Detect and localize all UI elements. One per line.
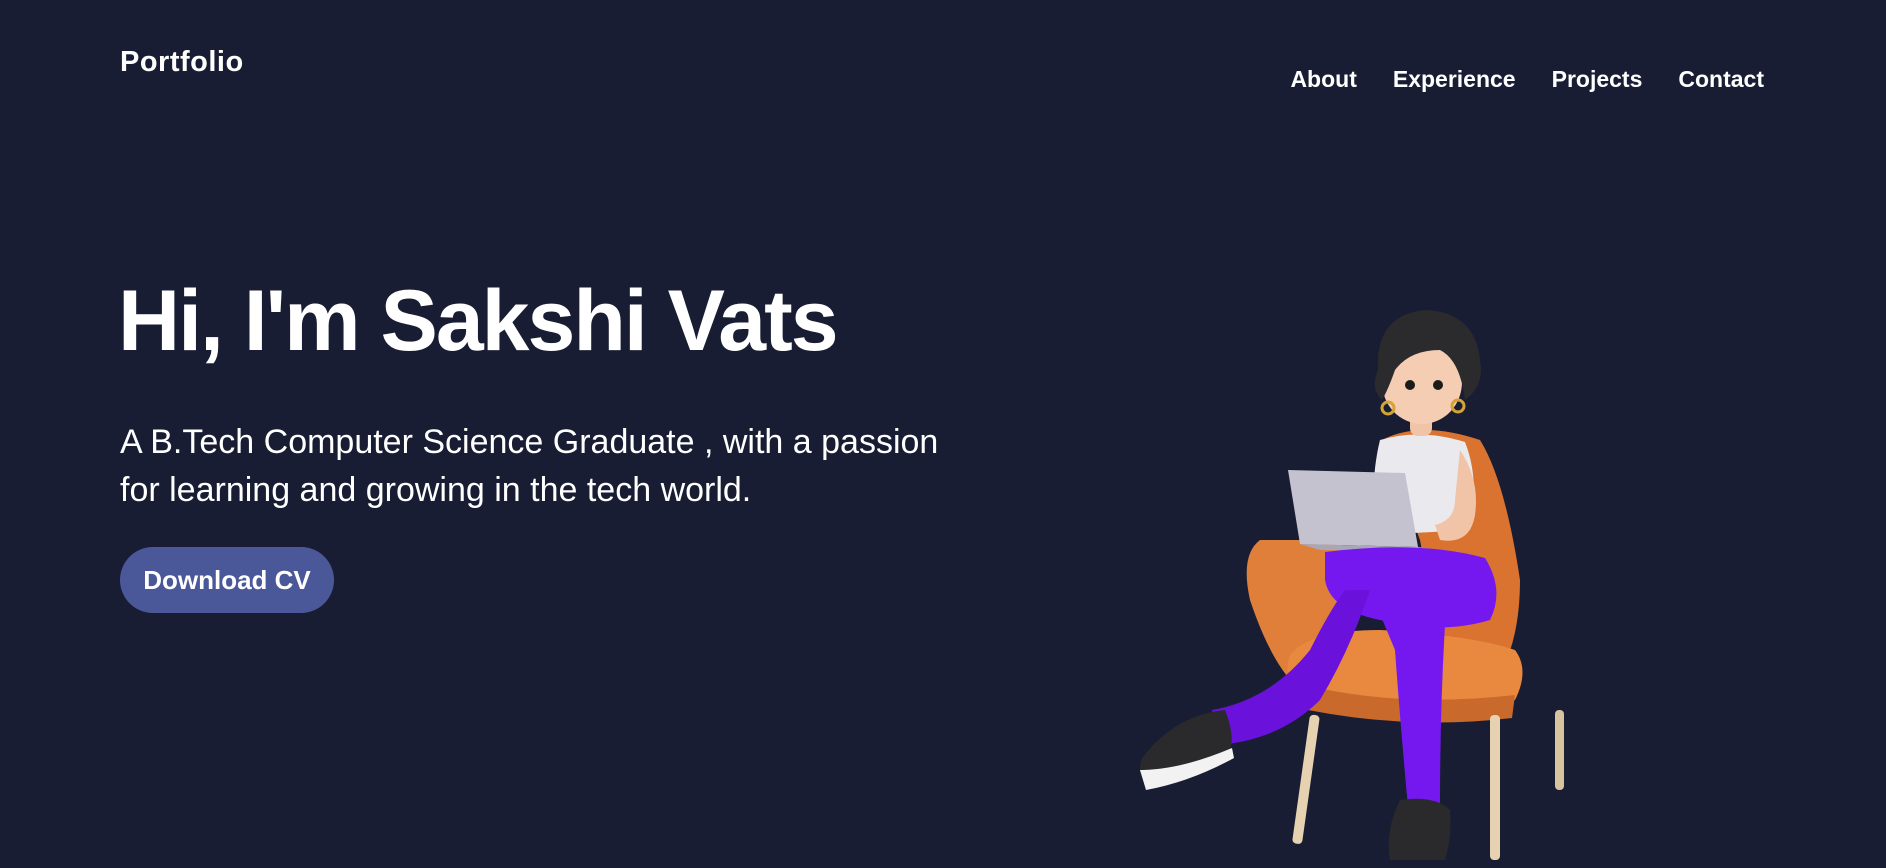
nav-link-experience[interactable]: Experience xyxy=(1393,66,1516,93)
hero-illustration xyxy=(1139,310,1564,860)
chair-leg-2 xyxy=(1490,715,1500,860)
main-nav: About Experience Projects Contact xyxy=(1290,66,1764,93)
shoe-right xyxy=(1388,798,1451,860)
eye-left xyxy=(1405,380,1415,390)
hero-subtitle: A B.Tech Computer Science Graduate , wit… xyxy=(120,423,939,509)
hero-title: Hi, I'm Sakshi Vats xyxy=(118,273,839,369)
eye-right xyxy=(1433,380,1443,390)
nav-link-contact[interactable]: Contact xyxy=(1678,66,1764,93)
download-cv-button[interactable]: Download CV xyxy=(120,547,334,613)
nav-link-about[interactable]: About xyxy=(1290,66,1356,93)
chair-leg-3 xyxy=(1555,710,1564,790)
brand-logo[interactable]: Portfolio xyxy=(120,46,244,79)
chair-leg-1 xyxy=(1292,714,1320,844)
laptop-screen xyxy=(1288,470,1418,547)
nav-link-projects[interactable]: Projects xyxy=(1552,66,1643,93)
